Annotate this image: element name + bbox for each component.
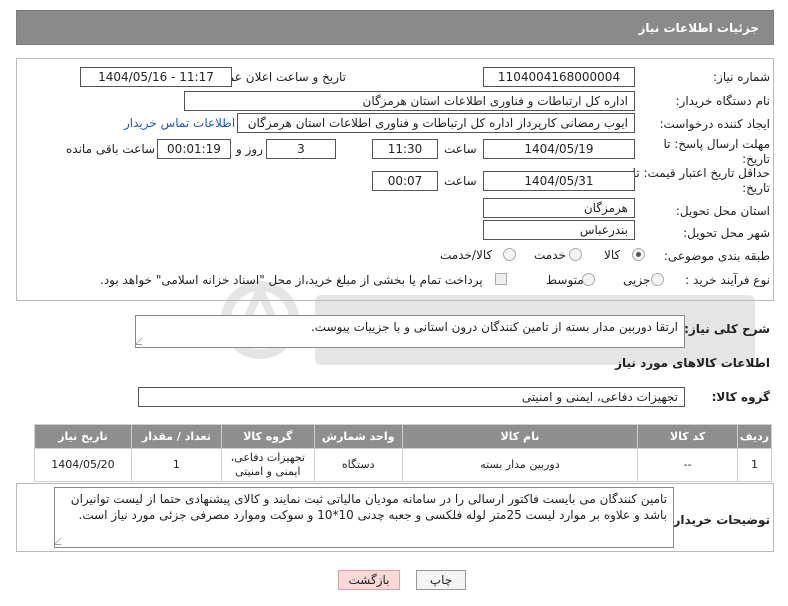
creator-label: ایجاد کننده درخواست: [659, 117, 770, 131]
process-radio-minor[interactable] [651, 273, 664, 286]
buyer-notes-label: توضیحات خریدار: [668, 513, 770, 527]
process-type-label: نوع فرآیند خرید : [685, 273, 770, 287]
goods-group-label: گروه کالا: [711, 390, 770, 404]
remaining-time-field: 00:01:19 [157, 139, 231, 159]
category-radio-goods-service[interactable] [503, 248, 516, 261]
deadline-time-field: 11:30 [372, 139, 438, 159]
buyer-org-label: نام دستگاه خریدار: [675, 94, 771, 108]
table-row: 1 -- دوربین مدار بسته دستگاه تجهیزات دفا… [34, 448, 772, 482]
treasury-payment-note: پرداخت تمام یا بخشی از مبلغ خرید،از محل … [100, 273, 483, 287]
buyer-notes-text: تامین کنندگان می بایست فاکتور ارسالی را … [70, 492, 667, 522]
resize-handle-icon[interactable] [134, 338, 149, 345]
goods-group-field: تجهیزات دفاعی، ایمنی و امنیتی [138, 387, 685, 407]
validity-date-field: 1404/05/31 [483, 171, 635, 191]
category-option-goods: کالا [604, 248, 621, 262]
col-item-name: نام کالا [401, 424, 639, 449]
remaining-time-label: ساعت باقی مانده [66, 142, 156, 156]
price-validity-label: حداقل تاریخ اعتبار قیمت: تا تاریخ: [632, 166, 770, 195]
remaining-days-label: روز و [236, 142, 263, 156]
page-header: جزئیات اطلاعات نیاز [16, 10, 774, 45]
creator-field: ایوب رمضانی کارپرداز اداره کل ارتباطات و… [237, 113, 635, 133]
city-label: شهر محل تحویل: [683, 226, 770, 240]
deadline-date-field: 1404/05/19 [483, 139, 635, 159]
deadline-time-label: ساعت [444, 142, 477, 156]
validity-time-label: ساعت [444, 174, 477, 188]
goods-section-title: اطلاعات کالاهای مورد نیاز [615, 356, 770, 370]
col-item-group: گروه کالا [220, 424, 315, 449]
description-label: شرح کلی نیاز: [684, 322, 770, 336]
need-number-field: 1104004168000004 [483, 67, 635, 87]
province-field: هرمزگان [483, 198, 635, 218]
col-need-date: تاریخ نیاز [34, 424, 132, 449]
category-option-goods-service: کالا/خدمت [440, 248, 493, 262]
category-label: طبقه بندی موضوعی: [663, 249, 770, 263]
goods-table-header: ردیف کد کالا نام کالا واحد شمارش گروه کا… [34, 424, 772, 449]
goods-table: ردیف کد کالا نام کالا واحد شمارش گروه کا… [34, 424, 772, 482]
resize-handle-icon[interactable] [53, 538, 68, 545]
col-quantity: تعداد / مقدار [130, 424, 222, 449]
validity-time-field: 00:07 [372, 171, 438, 191]
back-button[interactable]: بازگشت [338, 570, 400, 590]
cell-need-date: 1404/05/20 [34, 448, 132, 482]
cell-quantity: 1 [130, 448, 222, 482]
page-title: جزئیات اطلاعات نیاز [638, 21, 759, 35]
cell-item-group: تجهیزات دفاعی، ایمنی و امنیتی [220, 448, 315, 482]
description-text: ارتقا دوربین مدار بسته از تامین کنندگان … [310, 320, 678, 334]
announce-date-field: 1404/05/16 - 11:17 [80, 67, 232, 87]
category-option-service: خدمت [534, 248, 566, 262]
cell-item-name: دوربین مدار بسته [401, 448, 639, 482]
deadline-label: مهلت ارسال پاسخ: تا تاریخ: [663, 137, 770, 166]
treasury-payment-checkbox[interactable] [495, 273, 507, 285]
description-textarea[interactable]: ارتقا دوربین مدار بسته از تامین کنندگان … [134, 315, 685, 348]
need-number-label: شماره نیاز: [713, 70, 770, 84]
print-button[interactable]: چاپ [416, 570, 466, 590]
cell-item-code: -- [637, 448, 739, 482]
category-radio-service[interactable] [569, 248, 582, 261]
process-option-medium: متوسط [546, 273, 584, 287]
cell-unit: دستگاه [313, 448, 403, 482]
buyer-org-field: اداره کل ارتباطات و فناوری اطلاعات استان… [184, 91, 635, 111]
process-option-minor: جزیی [623, 273, 651, 287]
cell-row-number: 1 [737, 448, 772, 482]
remaining-days-field: 3 [266, 139, 336, 159]
buyer-contact-link[interactable]: اطلاعات تماس خریدار [124, 116, 235, 130]
category-radio-goods[interactable] [632, 248, 645, 261]
buyer-notes-textarea[interactable]: تامین کنندگان می بایست فاکتور ارسالی را … [53, 487, 674, 548]
city-field: بندرعباس [483, 220, 635, 240]
province-label: استان محل تحویل: [675, 204, 770, 218]
col-unit: واحد شمارش [313, 424, 403, 449]
col-row-number: ردیف [737, 424, 772, 449]
col-item-code: کد کالا [637, 424, 739, 449]
